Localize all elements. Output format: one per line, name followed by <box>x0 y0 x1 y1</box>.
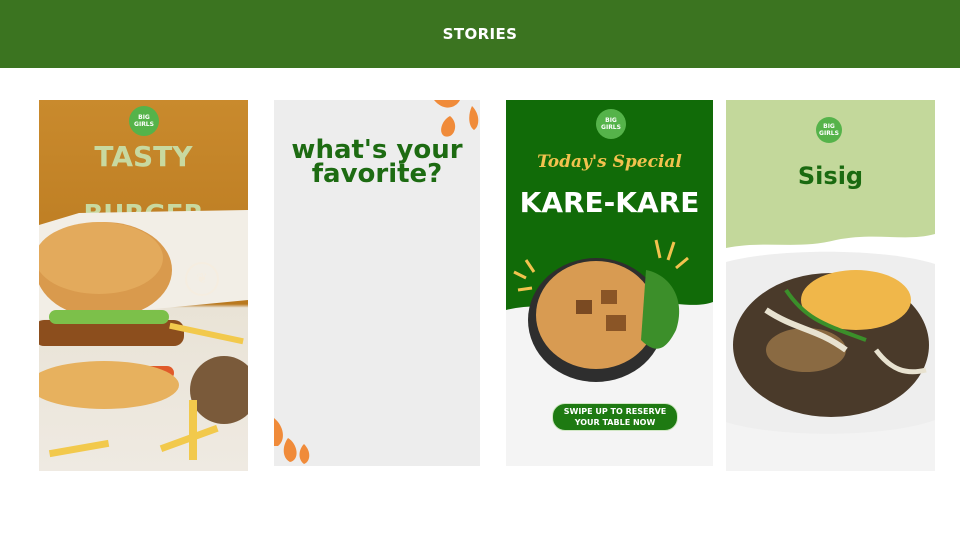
page-title: STORIES <box>442 25 518 43</box>
sisig-plate-illustration <box>726 234 935 471</box>
header-bar: STORIES <box>0 0 960 68</box>
cta-line-2: YOUR TABLE NOW <box>574 418 656 427</box>
swipe-up-reserve-button[interactable]: SWIPE UP TO RESERVE YOUR TABLE NOW <box>552 403 678 431</box>
story-card-kare-kare[interactable]: BIG GIRLS Today's Special KARE-KARE SWIP… <box>506 100 713 466</box>
plant-based-badge-icon: ❦ <box>185 262 219 296</box>
story-headline: what's your favorite? <box>291 135 463 189</box>
cta-line-1: SWIPE UP TO RESERVE <box>563 407 667 416</box>
story-card-favorite[interactable]: what's your favorite? <box>274 100 480 466</box>
story-card-sisig[interactable]: BIG GIRLS Sisig <box>726 100 935 471</box>
story-card-tasty-burger[interactable]: BIG GIRLS TASTY BURGER ❦ <box>39 100 248 471</box>
